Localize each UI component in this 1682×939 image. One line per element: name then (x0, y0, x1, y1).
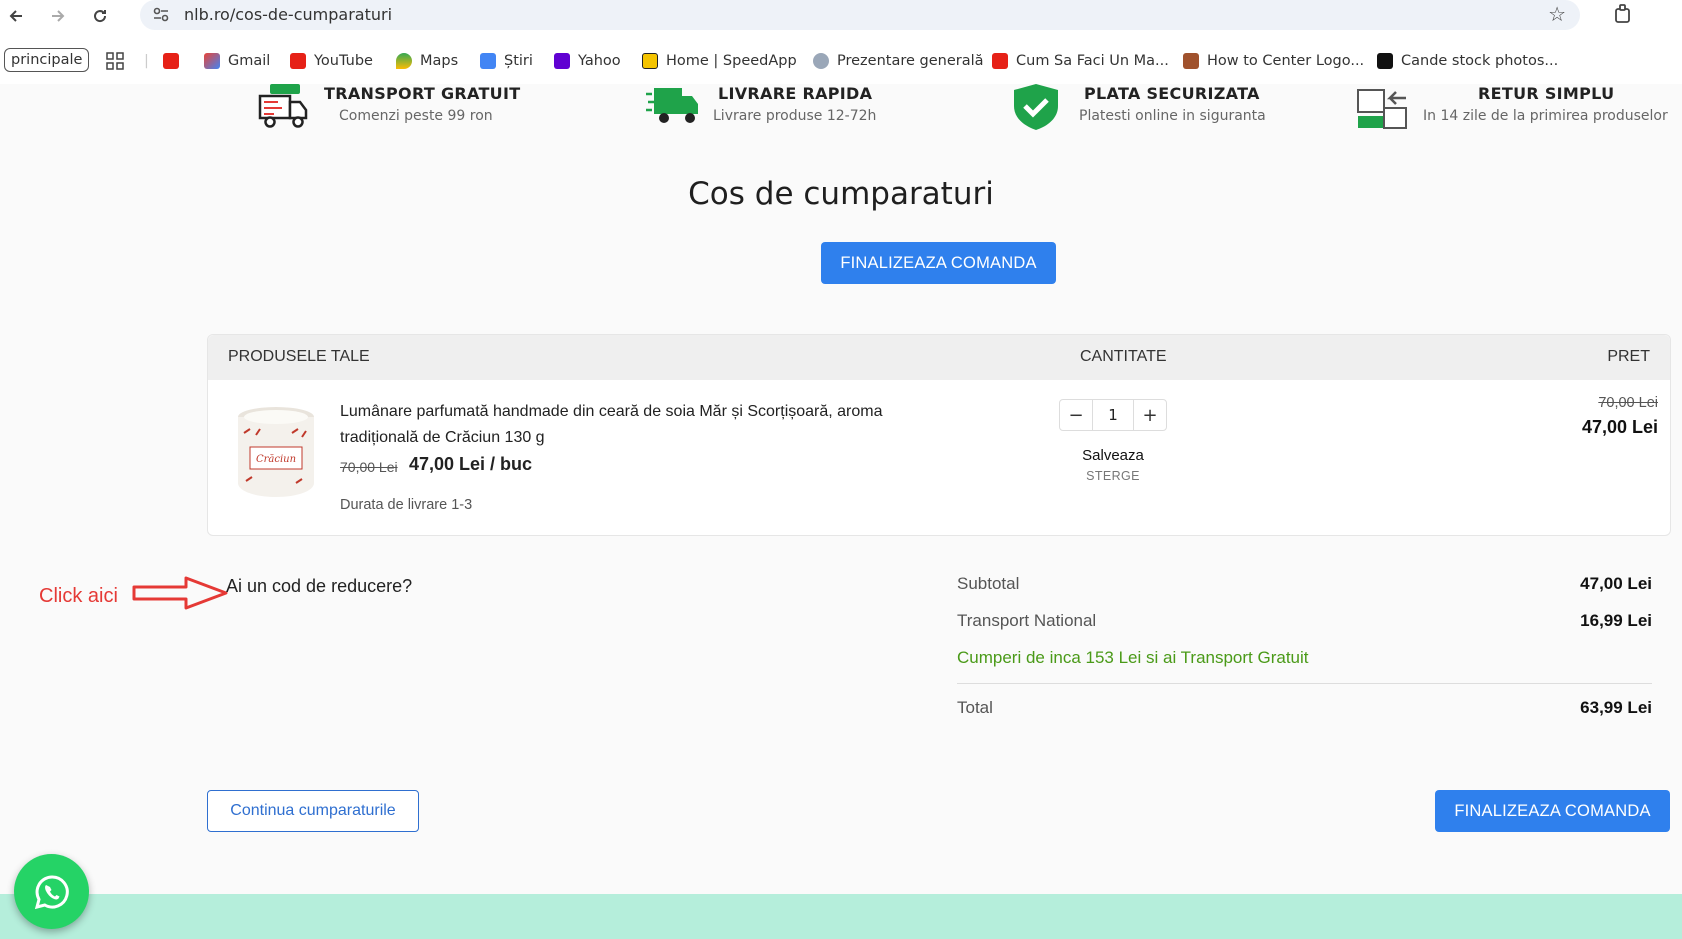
line-old-price: 70,00 Lei (1598, 395, 1658, 411)
shield-check-icon (1014, 84, 1058, 130)
speedapp-icon (642, 53, 658, 69)
product-unit-price: 47,00 Lei / buc (409, 454, 533, 474)
summary-divider (957, 683, 1652, 684)
bookmark-star-icon[interactable]: ☆ (1548, 2, 1566, 26)
bookmark-principale[interactable]: principale (4, 48, 90, 72)
subtotal-label: Subtotal (957, 574, 1020, 593)
browser-toolbar: nlb.ro/cos-de-cumparaturi ☆ (0, 0, 1682, 32)
total-label: Total (957, 698, 993, 717)
youtube-icon (992, 53, 1008, 69)
product-image[interactable]: Crăciun (236, 405, 316, 499)
extensions-icon[interactable] (1612, 3, 1634, 30)
discount-code-toggle[interactable]: Ai un cod de reducere? (226, 576, 412, 597)
bookmark-label: Yahoo (578, 53, 621, 69)
youtube-icon (290, 53, 306, 69)
maps-icon (396, 53, 412, 69)
delete-link[interactable]: STERGE (1058, 469, 1168, 483)
decrease-quantity-button[interactable]: − (1060, 400, 1092, 430)
bookmark-label: Cum Sa Faci Un Ma... (1016, 53, 1169, 69)
feature-subtitle: Platesti online in siguranta (1079, 108, 1266, 124)
feature-fast-delivery: LIVRARE RAPIDA Livrare produse 12-72h (646, 84, 876, 134)
bookmarks-bar: principale | Gmail YouTube Maps Știri Ya… (0, 44, 1682, 76)
delivery-time: Durata de livrare 1-3 (340, 497, 473, 513)
gmail-icon (204, 53, 220, 69)
bookmark-stiri[interactable]: Știri (480, 50, 533, 72)
feature-title: RETUR SIMPLU (1478, 84, 1615, 103)
bookmark-center-logo[interactable]: How to Center Logo... (1183, 50, 1364, 72)
feature-subtitle: Comenzi peste 99 ron (339, 108, 493, 124)
forward-arrow-icon[interactable] (46, 4, 70, 28)
feature-subtitle: In 14 zile de la primirea produselor (1423, 108, 1668, 124)
fast-truck-icon (646, 88, 698, 123)
return-box-icon (1357, 89, 1407, 129)
bookmark-label: Home | SpeedApp (666, 53, 797, 69)
bookmark-label: Știri (504, 53, 533, 69)
bookmark-label: Cande stock photos... (1401, 53, 1559, 69)
bookmark-label: Prezentare generală (837, 53, 984, 69)
checkout-button-bottom[interactable]: FINALIZEAZA COMANDA (1435, 790, 1670, 832)
feature-secure-payment: PLATA SECURIZATA Platesti online in sigu… (1012, 84, 1272, 134)
bookmark-label: Gmail (228, 53, 271, 69)
feature-title: TRANSPORT GRATUIT (324, 84, 521, 103)
bookmark-label: YouTube (314, 53, 373, 69)
whatsapp-chat-button[interactable] (14, 854, 89, 929)
save-link[interactable]: Salveaza (1058, 447, 1168, 464)
whatsapp-icon (34, 874, 69, 909)
yahoo-icon (554, 53, 570, 69)
feature-subtitle: Livrare produse 12-72h (713, 108, 877, 124)
youtube-bookmark-icon[interactable] (163, 50, 187, 72)
feature-title: PLATA SECURIZATA (1084, 84, 1260, 103)
back-arrow-icon[interactable] (4, 4, 28, 28)
annotation-note: Click aici (39, 585, 118, 607)
free-shipping-promo: Cumperi de inca 153 Lei si ai Transport … (957, 648, 1309, 667)
apps-grid-icon[interactable] (106, 50, 124, 72)
reload-icon[interactable] (88, 4, 112, 28)
continue-shopping-button[interactable]: Continua cumparaturile (207, 790, 419, 832)
bookmark-label: Maps (420, 53, 459, 69)
feature-easy-return: RETUR SIMPLU In 14 zile de la primirea p… (1354, 84, 1674, 134)
header-products: PRODUSELE TALE (228, 348, 370, 365)
annotation-arrow-icon (132, 576, 228, 610)
bookmark-yahoo[interactable]: Yahoo (554, 50, 621, 72)
checkout-button-top[interactable]: FINALIZEAZA COMANDA (821, 242, 1056, 284)
feature-free-shipping: TRANSPORT GRATUIT Comenzi peste 99 ron (256, 84, 520, 134)
cart-table: PRODUSELE TALE CANTITATE PRET Crăciun Lu… (207, 334, 1671, 536)
shipping-value: 16,99 Lei (1580, 611, 1652, 630)
site-settings-icon[interactable] (152, 6, 170, 24)
header-quantity: CANTITATE (1080, 348, 1167, 365)
quantity-stepper: − 1 + (1059, 399, 1167, 431)
bookmark-prezentare[interactable]: Prezentare generală (813, 50, 984, 72)
avatar-icon (1183, 53, 1199, 69)
increase-quantity-button[interactable]: + (1134, 400, 1166, 430)
bookmark-cum-sa-faci[interactable]: Cum Sa Faci Un Ma... (992, 50, 1169, 72)
svg-text:Crăciun: Crăciun (256, 454, 296, 465)
globe-icon (813, 53, 829, 69)
cart-page: TRANSPORT GRATUIT Comenzi peste 99 ron L… (0, 84, 1682, 939)
page-title: Cos de cumparaturi (688, 176, 994, 212)
subtotal-value: 47,00 Lei (1580, 574, 1652, 593)
bookmark-cande-stock[interactable]: Cande stock photos... (1377, 50, 1558, 72)
feature-title: LIVRARE RAPIDA (718, 84, 873, 103)
news-icon (480, 53, 496, 69)
product-old-price: 70,00 Lei (340, 459, 398, 475)
url-text[interactable]: nlb.ro/cos-de-cumparaturi (184, 5, 392, 24)
footer-band (0, 894, 1682, 939)
stock-icon (1377, 53, 1393, 69)
bookmark-youtube[interactable]: YouTube (290, 50, 373, 72)
shipping-label: Transport National (957, 611, 1097, 630)
bookmark-label: principale (11, 52, 83, 68)
bookmark-speedapp[interactable]: Home | SpeedApp (642, 50, 797, 72)
header-price: PRET (1607, 348, 1650, 365)
total-value: 63,99 Lei (1580, 698, 1652, 717)
bookmark-label: How to Center Logo... (1207, 53, 1365, 69)
quantity-input[interactable]: 1 (1092, 400, 1134, 430)
bookmarks-separator: | (144, 53, 149, 69)
product-name-link[interactable]: Lumânare parfumată handmade din ceară de… (340, 399, 940, 451)
line-price: 47,00 Lei (1581, 417, 1658, 437)
free-truck-icon (258, 84, 308, 128)
cart-table-header: PRODUSELE TALE CANTITATE PRET (208, 335, 1670, 380)
address-bar[interactable]: nlb.ro/cos-de-cumparaturi ☆ (140, 0, 1580, 30)
bookmark-gmail[interactable]: Gmail (204, 50, 270, 72)
bookmark-maps[interactable]: Maps (396, 50, 458, 72)
